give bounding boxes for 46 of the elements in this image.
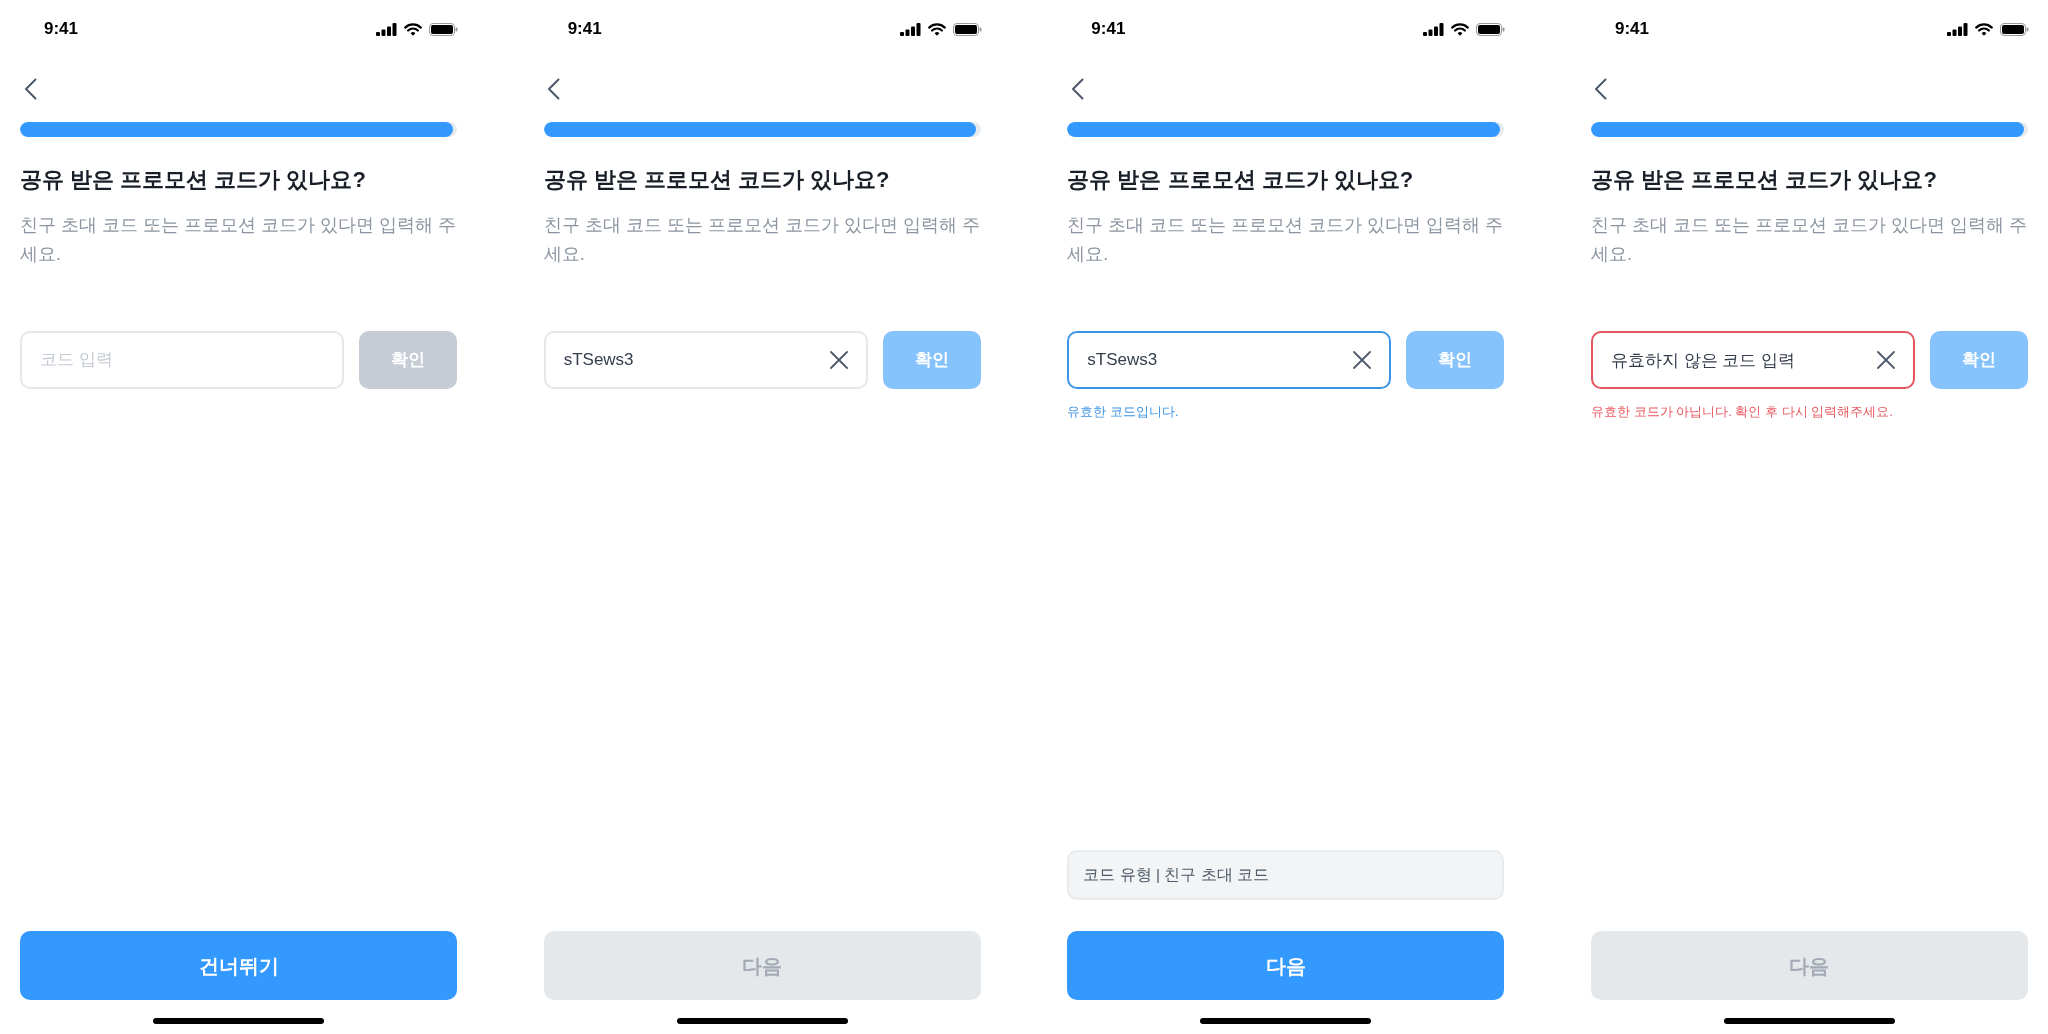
close-icon (829, 351, 848, 369)
clear-button[interactable] (827, 349, 850, 371)
page-description: 친구 초대 코드 또는 프로모션 코드가 있다면 입력해 주세요. (19, 214, 457, 266)
signal-icon (1946, 22, 1968, 36)
status-time: 9:41 (44, 19, 79, 39)
chevron-left-icon (1070, 78, 1084, 100)
page-description: 친구 초대 코드 또는 프로모션 코드가 있다면 입력해 주세요. (542, 214, 981, 266)
code-input-field[interactable]: sTSews3 (1067, 331, 1392, 389)
chevron-left-icon (23, 78, 37, 100)
confirm-button[interactable]: 확인 (882, 331, 981, 389)
signal-icon (899, 22, 921, 36)
battery-icon (952, 22, 982, 36)
chevron-left-icon (1594, 78, 1608, 100)
wifi-icon (1974, 22, 1993, 36)
page-title: 공유 받은 프로모션 코드가 있나요? (1589, 166, 1938, 194)
status-time: 9:41 (1614, 19, 1649, 39)
bottom-action-button[interactable]: 다음 (1067, 931, 1505, 1000)
clear-button[interactable] (1874, 349, 1897, 371)
code-input-field[interactable]: 유효하지 않은 코드 입력 (1590, 331, 1915, 389)
page-title: 공유 받은 프로모션 코드가 있나요? (1066, 166, 1415, 194)
code-input-field[interactable]: 코드 입력 (20, 331, 344, 389)
wifi-icon (404, 22, 422, 36)
clear-button[interactable] (1351, 349, 1374, 371)
wifi-icon (1451, 22, 1470, 36)
close-icon (1353, 351, 1372, 369)
signal-icon (376, 22, 397, 36)
status-time: 9:41 (567, 19, 602, 39)
bottom-action-button[interactable]: 건너뛰기 (20, 931, 457, 1000)
battery-icon (1999, 22, 2029, 36)
page-description: 친구 초대 코드 또는 프로모션 코드가 있다면 입력해 주세요. (1589, 214, 2028, 266)
chevron-left-icon (547, 78, 561, 100)
confirm-button[interactable]: 확인 (1406, 331, 1505, 389)
battery-icon (1476, 22, 1506, 36)
wifi-icon (927, 22, 946, 36)
page-description: 친구 초대 코드 또는 프로모션 코드가 있다면 입력해 주세요. (1066, 214, 1505, 266)
code-input-field[interactable]: sTSews3 (543, 331, 868, 389)
status-time: 9:41 (1091, 19, 1126, 39)
validation-message: 유효한 코드가 아닙니다. 확인 후 다시 입력해주세요. (1589, 403, 1894, 421)
validation-message: 유효한 코드입니다. (1066, 403, 1180, 421)
close-icon (1876, 351, 1895, 369)
page-title: 공유 받은 프로모션 코드가 있나요? (542, 166, 891, 194)
signal-icon (1423, 22, 1445, 36)
page-title: 공유 받은 프로모션 코드가 있나요? (19, 166, 367, 194)
battery-icon (429, 22, 458, 36)
confirm-button[interactable]: 확인 (1929, 331, 2028, 389)
code-type-info: 코드 유형 | 친구 초대 코드 (1067, 850, 1505, 900)
